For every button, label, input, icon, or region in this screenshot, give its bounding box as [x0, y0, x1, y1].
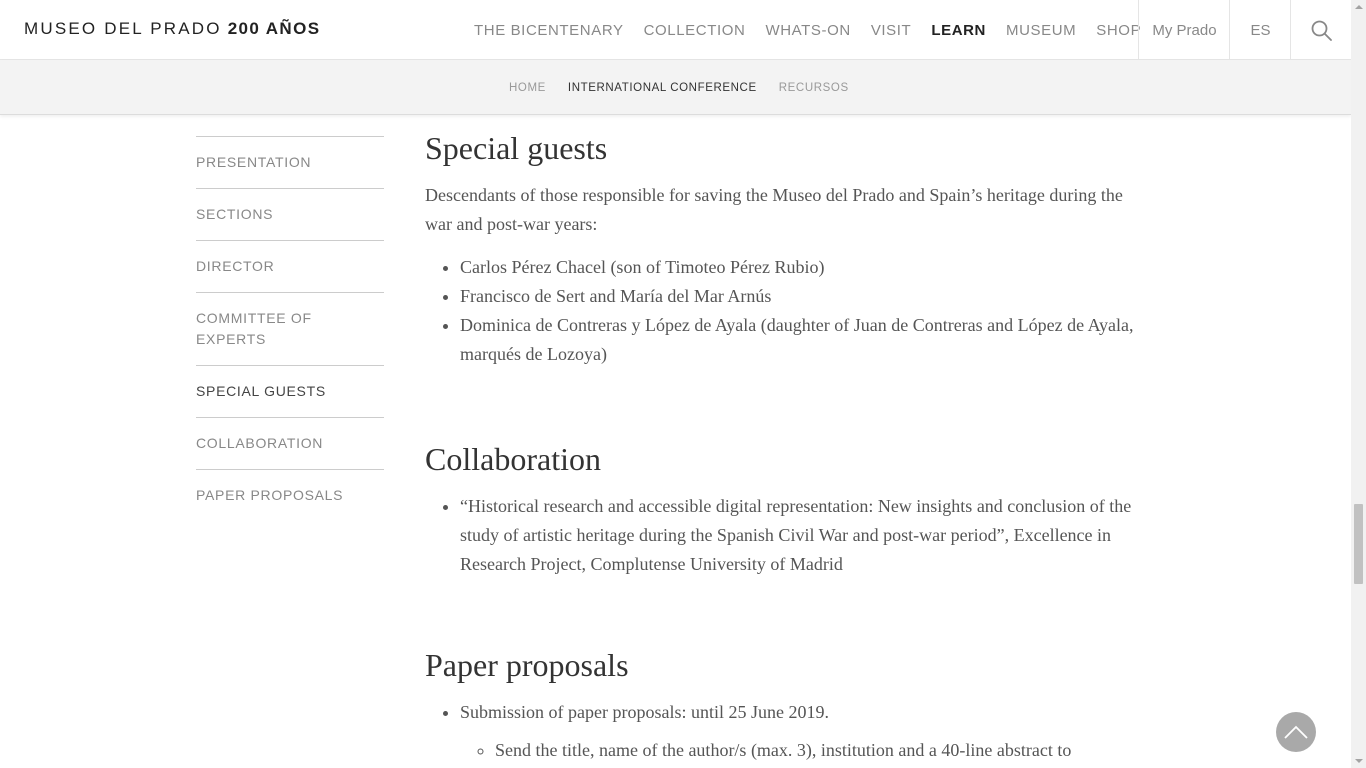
back-to-top-button[interactable] — [1276, 712, 1316, 752]
collaboration-heading: Collaboration — [425, 441, 601, 477]
subnav-home[interactable]: HOME — [509, 82, 546, 94]
nav-item-visit[interactable]: VISIT — [861, 22, 922, 39]
language-switch[interactable]: ES — [1229, 0, 1291, 60]
special-guests-intro: Descendants of those responsible for sav… — [425, 185, 1123, 234]
subnav-recursos[interactable]: RECURSOS — [779, 82, 849, 94]
sidebar-item-presentation[interactable]: PRESENTATION — [196, 137, 384, 189]
sub-navigation: HOME INTERNATIONAL CONFERENCE RECURSOS — [0, 60, 1351, 115]
chevron-up-icon — [1284, 725, 1308, 739]
collaboration-section: Collaboration “Historical research and a… — [425, 435, 1145, 579]
nav-item-bicentenary[interactable]: THE BICENTENARY — [464, 22, 634, 39]
nav-item-collection[interactable]: COLLECTION — [634, 22, 756, 39]
site-header: MUSEO DEL PRADO 200 AÑOS THE BICENTENARY … — [0, 0, 1351, 60]
nav-item-museum[interactable]: MUSEUM — [996, 22, 1086, 39]
list-item: Carlos Pérez Chacel (son of Timoteo Pére… — [460, 253, 1145, 282]
site-logo[interactable]: MUSEO DEL PRADO 200 AÑOS — [24, 19, 320, 39]
sidebar-item-special-guests[interactable]: SPECIAL GUESTS — [196, 366, 384, 418]
sidebar-item-paper-proposals[interactable]: PAPER PROPOSALS — [196, 470, 384, 521]
scrollbar-thumb[interactable] — [1354, 504, 1363, 584]
my-prado-link[interactable]: My Prado — [1138, 0, 1230, 60]
search-icon — [1311, 20, 1332, 41]
section-sidebar: PRESENTATION SECTIONS DIRECTOR COMMITTEE… — [196, 136, 384, 521]
sidebar-item-sections[interactable]: SECTIONS — [196, 189, 384, 241]
logo-anniversary: 200 AÑOS — [227, 19, 321, 38]
sidebar-item-committee-of-experts[interactable]: COMMITTEE OF EXPERTS — [196, 293, 384, 366]
special-guests-heading: Special guests — [425, 130, 608, 166]
list-item: Dominica de Contreras y López de Ayala (… — [460, 311, 1145, 369]
special-guests-list: Carlos Pérez Chacel (son of Timoteo Pére… — [425, 253, 1145, 369]
sidebar-item-collaboration[interactable]: COLLABORATION — [196, 418, 384, 470]
logo-text: MUSEO DEL PRADO — [24, 19, 222, 38]
paper-proposals-list: Submission of paper proposals: until 25 … — [425, 698, 1145, 765]
paper-proposals-section: Paper proposals Submission of paper prop… — [425, 641, 1145, 765]
subnav-international-conference[interactable]: INTERNATIONAL CONFERENCE — [568, 82, 757, 94]
search-button[interactable] — [1290, 0, 1351, 60]
list-item: Send the title, name of the author/s (ma… — [495, 736, 1145, 765]
sidebar-item-director[interactable]: DIRECTOR — [196, 241, 384, 293]
list-item: Francisco de Sert and María del Mar Arnú… — [460, 282, 1145, 311]
scroll-down-arrow-icon[interactable] — [1355, 759, 1363, 763]
main-nav: THE BICENTENARY COLLECTION WHATS-ON VISI… — [464, 0, 1151, 60]
page-scrollbar[interactable] — [1351, 0, 1366, 768]
main-content: Special guests Descendants of those resp… — [425, 124, 1145, 765]
list-item: Submission of paper proposals: until 25 … — [460, 698, 1145, 765]
paper-proposals-heading: Paper proposals — [425, 647, 629, 683]
nav-item-learn[interactable]: LEARN — [921, 22, 996, 39]
collaboration-list: “Historical research and accessible digi… — [425, 492, 1145, 579]
nav-item-whats-on[interactable]: WHATS-ON — [755, 22, 860, 39]
paper-proposals-sublist: Send the title, name of the author/s (ma… — [460, 736, 1145, 765]
list-item: “Historical research and accessible digi… — [460, 492, 1145, 579]
scroll-up-arrow-icon[interactable] — [1355, 5, 1363, 9]
submission-deadline: Submission of paper proposals: until 25 … — [460, 702, 829, 722]
special-guests-section: Special guests Descendants of those resp… — [425, 124, 1145, 369]
